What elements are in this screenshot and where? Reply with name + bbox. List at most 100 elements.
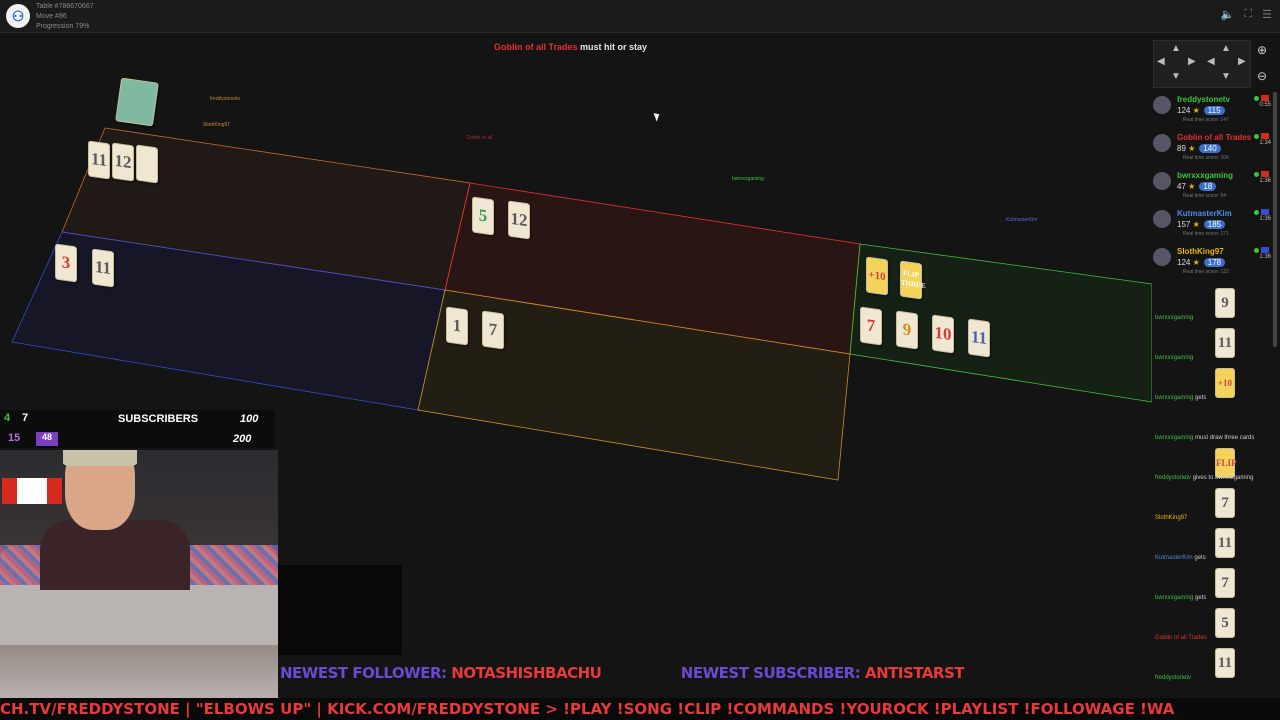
nav-up-icon[interactable]: ▲ <box>1171 43 1181 54</box>
camera-nav-pad[interactable]: ▲ ◀ ▶ ▼ ▲ ◀ ▶ ▼ <box>1153 40 1251 88</box>
score-row[interactable]: Goblin of all Trades 89 ★ 140 Real time sco… <box>1153 130 1273 168</box>
sound-icon[interactable]: 🔈 <box>1221 8 1235 21</box>
star-icon: ★ <box>1192 220 1200 229</box>
avatar <box>1153 248 1171 266</box>
log-player: bwrxxxgaming <box>1155 355 1194 361</box>
log-item: 9 bwrxxxgaming <box>1153 288 1273 328</box>
app-logo[interactable]: ⚇ <box>6 4 30 28</box>
flag-icon <box>1261 95 1269 101</box>
zoom-out-icon[interactable]: ⊖ <box>1255 69 1269 83</box>
nav-left2-icon[interactable]: ◀ <box>1207 56 1215 67</box>
counter-d: 48 <box>36 432 58 446</box>
card-bwrxxx-11: 11 <box>968 318 990 358</box>
secondary-camera <box>278 565 402 655</box>
player-timer: 1:36 <box>1259 254 1271 260</box>
flag-icon <box>1261 171 1269 177</box>
online-dot-icon <box>1254 248 1259 253</box>
score-row[interactable]: freddystonetv 124 ★ 115 Real time score: 14… <box>1153 92 1273 130</box>
nav-down2-icon[interactable]: ▼ <box>1221 71 1231 82</box>
zoom-in-icon[interactable]: ⊕ <box>1255 43 1269 57</box>
player-badge: 18 <box>1199 182 1217 191</box>
card-freddy-2: 12 <box>112 142 134 182</box>
log-item: +10 bwrxxxgaming gets <box>1153 368 1273 408</box>
log-item: 11 KutmasterKim gets <box>1153 528 1273 568</box>
log-item: 11 bwrxxxgaming <box>1153 328 1273 368</box>
log-text: bwrxxxgaming <box>1155 355 1193 361</box>
online-dot-icon <box>1254 172 1259 177</box>
log-player: Goblin of all Trades <box>1155 635 1207 641</box>
card-kutmaster-2: 11 <box>92 248 114 288</box>
log-card: 11 <box>1215 328 1235 358</box>
log-item: bwrxxxgaming must draw three cards <box>1153 408 1273 448</box>
log-card: 5 <box>1215 608 1235 638</box>
status-text: must hit or stay <box>577 42 648 52</box>
log-text: bwrxxxgaming gets <box>1155 595 1206 601</box>
score-row[interactable]: bwrxxxgaming 47 ★ 18 Real time score: 94 1:3… <box>1153 168 1273 206</box>
player-timer: 0:55 <box>1259 102 1271 108</box>
player-name: Goblin of all Trades <box>1177 133 1252 142</box>
flag-icon <box>1261 247 1269 253</box>
nav-right2-icon[interactable]: ▶ <box>1238 56 1246 67</box>
turn-status: Goblin of all Trades must hit or stay <box>0 42 1141 52</box>
score-row[interactable]: KutmasterKim 157 ★ 185 Real time score: 171… <box>1153 206 1273 244</box>
log-player: bwrxxxgaming <box>1155 315 1194 321</box>
newest-follower-label: NEWEST FOLLOWER: <box>280 664 447 682</box>
seat-tag-freddy: freddystonetv <box>210 96 241 102</box>
player-badge: 140 <box>1199 144 1221 153</box>
avatar <box>1153 96 1171 114</box>
score-row[interactable]: SlothKing97 124 ★ 178 Real time score: 132 1… <box>1153 244 1273 282</box>
table-id: Table #786670667 <box>36 3 94 10</box>
counter-b: 7 <box>22 412 29 424</box>
log-item: FLIP freddystonetv gives to bwrxxxgaming <box>1153 448 1273 488</box>
card-sloth-1: 1 <box>446 306 468 346</box>
log-text: SlothKing97 <box>1155 515 1187 521</box>
top-icons: 🔈 ⛶ ☰ <box>1221 8 1272 21</box>
fullscreen-icon[interactable]: ⛶ <box>1244 8 1252 21</box>
card-freddy-1: 11 <box>88 140 110 180</box>
log-text: bwrxxxgaming <box>1155 315 1193 321</box>
menu-icon[interactable]: ☰ <box>1262 8 1272 21</box>
real-time-score: Real time score: 147 <box>1183 117 1229 123</box>
webcam-feed <box>0 450 278 700</box>
avatar <box>1153 210 1171 228</box>
player-stats: 157 ★ 185 <box>1177 220 1226 229</box>
player-score: 157 <box>1177 220 1191 229</box>
seat-tag-sloth: SlothKing97 <box>203 122 230 128</box>
log-item: 5 Goblin of all Trades <box>1153 608 1273 648</box>
subscriber-goal-bar: 4 7 15 48 SUBSCRIBERS 100 200 <box>0 410 275 448</box>
log-card: 7 <box>1215 568 1235 598</box>
newest-subscriber: ANTISTARST <box>864 664 965 682</box>
real-time-score: Real time score: 94 <box>1183 193 1227 199</box>
draw-deck[interactable] <box>115 77 159 127</box>
newest-bar: NEWEST FOLLOWER: NOTASHISHBACHU NEWEST S… <box>280 664 1280 686</box>
player-name: freddystonetv <box>1177 95 1230 104</box>
log-player: KutmasterKim <box>1155 555 1193 561</box>
star-icon: ★ <box>1188 182 1196 191</box>
log-text: bwrxxxgaming gets <box>1155 395 1206 401</box>
player-name: bwrxxxgaming <box>1177 171 1234 180</box>
scrollbar[interactable] <box>1273 92 1277 347</box>
flag-icon <box>1261 133 1269 139</box>
player-timer: 1:36 <box>1259 216 1271 222</box>
nav-down-icon[interactable]: ▼ <box>1171 71 1181 82</box>
log-card: +10 <box>1215 368 1235 398</box>
nav-right-icon[interactable]: ▶ <box>1188 56 1196 67</box>
status-player: Goblin of all Trades <box>493 42 578 52</box>
table-meta: Table #786670667 Move #86 Progression 79… <box>36 2 94 32</box>
card-freddy-3 <box>136 144 158 184</box>
seat-tag-kutmaster: KutmasterKim <box>1006 217 1038 223</box>
subscribers-label: SUBSCRIBERS <box>118 413 199 425</box>
log-player: bwrxxxgaming <box>1155 435 1194 441</box>
online-dot-icon <box>1254 96 1259 101</box>
progression: Progression 79% <box>36 23 90 30</box>
card-bwrxxx-10: 10 <box>932 314 954 354</box>
player-name: KutmasterKim <box>1177 209 1232 218</box>
subscribers-goal-1: 100 <box>240 413 259 425</box>
card-bwrxxx-plus10: +10 <box>866 256 888 296</box>
player-badge: 178 <box>1203 258 1226 267</box>
card-bwrxxx-flip: FLIP THREE <box>900 260 926 300</box>
nav-up2-icon[interactable]: ▲ <box>1221 43 1231 54</box>
nav-left-icon[interactable]: ◀ <box>1157 56 1165 67</box>
newest-subscriber-label: NEWEST SUBSCRIBER: <box>680 664 861 682</box>
log-player: SlothKing97 <box>1155 515 1188 521</box>
